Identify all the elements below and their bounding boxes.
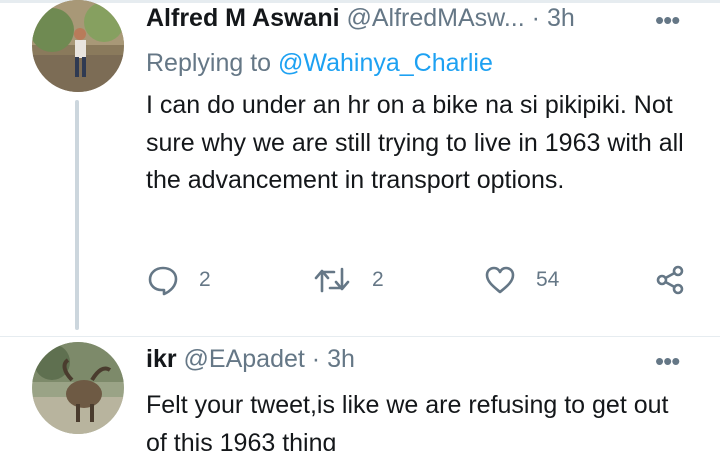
avatar-ikr[interactable] [32,342,124,434]
reply-count: 2 [199,268,211,291]
more-icon[interactable]: ••• [655,7,680,33]
retweet-icon [314,267,350,293]
replying-to-label: Replying to [146,49,272,77]
reply-button[interactable]: 2 [147,260,211,300]
retweet-count: 2 [372,268,384,291]
mention-link[interactable]: @Wahinya_Charlie [278,49,493,77]
tweet-text: I can do under an hr on a bike na si pik… [146,91,684,194]
tweet-actions: 2 2 54 [0,260,720,300]
replying-to: Replying to @Wahinya_Charlie [146,48,493,78]
user-handle[interactable]: @AlfredMAsw... [347,4,525,32]
retweet-button[interactable]: 2 [314,260,384,300]
share-icon [656,265,684,295]
reply-icon [148,266,178,296]
timeline: Alfred M Aswani @AlfredMAsw... · 3h ••• … [0,0,720,451]
avatar-alfred[interactable] [32,0,124,92]
separator-dot: · [531,4,540,32]
avatar-photo [32,342,124,434]
share-button[interactable] [654,260,686,300]
like-icon [485,266,515,294]
tweet-alfred[interactable]: Alfred M Aswani @AlfredMAsw... · 3h ••• … [0,0,720,336]
separator-dot: · [311,345,321,373]
tweet-header: Alfred M Aswani @AlfredMAsw... · 3h [146,3,575,33]
user-handle[interactable]: @EApadet [184,345,305,373]
display-name[interactable]: Alfred M Aswani [146,4,340,32]
tweet-header: ikr @EApadet · 3h [146,344,355,374]
timestamp[interactable]: 3h [547,4,575,32]
like-count: 54 [536,268,560,291]
tweet-text: Felt your tweet,is like we are refusing … [146,391,669,451]
more-icon[interactable]: ••• [655,348,680,374]
display-name[interactable]: ikr [146,345,177,373]
avatar-photo [32,0,124,92]
like-button[interactable]: 54 [484,260,559,300]
timestamp[interactable]: 3h [327,345,355,373]
tweet-ikr[interactable]: ikr @EApadet · 3h ••• Felt your tweet,is… [0,337,720,451]
